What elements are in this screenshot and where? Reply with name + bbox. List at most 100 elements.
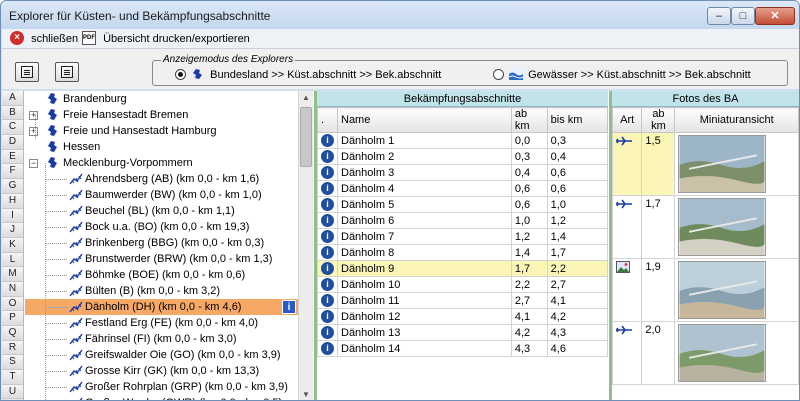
info-icon[interactable]: i (321, 310, 334, 323)
tree-section-node[interactable]: Greifswalder Oie (GO) (km 0,0 - km 3,9) (25, 347, 298, 363)
tree-section-node[interactable]: Grosse Kirr (GK) (km 0,0 - km 13,3) (25, 363, 298, 379)
ba-info-cell[interactable]: i (317, 132, 338, 149)
tree-state-node[interactable]: + Freie und Hansestadt Hamburg (25, 123, 298, 139)
info-icon[interactable]: i (321, 230, 334, 243)
alpha-index-item[interactable]: F (2, 164, 23, 180)
tree-section-node[interactable]: Bülten (B) (km 0,0 - km 3,2) (25, 283, 298, 299)
info-icon[interactable]: i (321, 294, 334, 307)
ba-table-row[interactable]: i Dänholm 8 1,4 1,7 (317, 244, 609, 261)
alpha-index-item[interactable]: B (2, 105, 23, 121)
info-icon[interactable]: i (321, 150, 334, 163)
info-icon[interactable]: i (321, 278, 334, 291)
tree-state-node[interactable]: − Mecklenburg-Vorpommern (25, 155, 298, 171)
radio-bundesland-circle[interactable] (175, 69, 186, 80)
info-icon[interactable]: i (321, 134, 334, 147)
ba-table-row[interactable]: i Dänholm 9 1,7 2,2 (317, 260, 609, 277)
alpha-index-item[interactable]: H (2, 193, 23, 209)
col-bis-km[interactable]: bis km (546, 107, 609, 133)
tree-section-node[interactable]: Baumwerder (BW) (km 0,0 - km 1,0) (25, 187, 298, 203)
tree-section-node[interactable]: Brinkenberg (BBG) (km 0,0 - km 0,3) (25, 235, 298, 251)
ba-table-row[interactable]: i Dänholm 14 4,3 4,6 (317, 340, 609, 357)
foto-thumb-cell[interactable] (674, 195, 799, 259)
info-icon[interactable]: i (321, 214, 334, 227)
scroll-thumb[interactable] (300, 107, 312, 167)
alpha-index-item[interactable]: I (2, 208, 23, 224)
view-list-button[interactable] (55, 62, 79, 82)
info-icon[interactable]: i (321, 326, 334, 339)
alpha-index-item[interactable]: G (2, 179, 23, 194)
ba-table-row[interactable]: i Dänholm 12 4,1 4,2 (317, 308, 609, 325)
tree-section-node[interactable]: Großer Rohrplan (GRP) (km 0,0 - km 3,9) (25, 379, 298, 395)
tree-expander-icon[interactable]: + (29, 111, 38, 120)
foto-thumb-cell[interactable] (674, 321, 799, 385)
minimize-button[interactable]: – (707, 7, 731, 25)
col-name[interactable]: Name (337, 107, 512, 133)
alpha-index-item[interactable]: K (2, 237, 23, 253)
tree-section-node[interactable]: Ahrendsberg (AB) (km 0,0 - km 1,6) (25, 171, 298, 187)
tree-expander-icon[interactable]: + (29, 127, 38, 136)
view-tree-button[interactable] (15, 62, 39, 82)
alpha-index-item[interactable]: R (2, 340, 23, 356)
ba-table-row[interactable]: i Dänholm 13 4,2 4,3 (317, 324, 609, 341)
ba-table-row[interactable]: i Dänholm 6 1,0 1,2 (317, 212, 609, 229)
scroll-up-icon[interactable]: ▲ (299, 91, 313, 105)
info-icon[interactable]: i (321, 246, 334, 259)
info-icon[interactable]: i (321, 166, 334, 179)
window-close-button[interactable]: ✕ (755, 7, 795, 25)
foto-thumb-cell[interactable] (674, 132, 799, 196)
ba-table-row[interactable]: i Dänholm 4 0,6 0,6 (317, 180, 609, 197)
ba-info-cell[interactable]: i (317, 164, 338, 181)
ba-info-cell[interactable]: i (317, 340, 338, 357)
col-foto-km[interactable]: ab km (641, 107, 676, 133)
alpha-index-item[interactable]: N (2, 281, 23, 297)
radio-bundesland[interactable]: Bundesland >> Küst.abschnitt >> Bek.absc… (175, 68, 441, 82)
close-explorer-button[interactable]: × schließen (10, 31, 78, 47)
tree-section-node[interactable]: Böhmke (BOE) (km 0,0 - km 0,6) (25, 267, 298, 283)
foto-table-row[interactable]: 2,0 (611, 321, 799, 385)
foto-table-row[interactable]: 1,9 (611, 258, 799, 322)
alpha-index-item[interactable]: J (2, 223, 23, 238)
ba-table-row[interactable]: i Dänholm 1 0,0 0,3 (317, 132, 609, 149)
radio-gewaesser-circle[interactable] (493, 69, 504, 80)
tree-section-node[interactable]: Fährinsel (FI) (km 0,0 - km 3,0) (25, 331, 298, 347)
ba-info-cell[interactable]: i (317, 308, 338, 325)
info-icon[interactable]: i (321, 262, 334, 275)
ba-info-cell[interactable]: i (317, 324, 338, 341)
scroll-down-icon[interactable]: ▼ (299, 388, 313, 400)
ba-table-row[interactable]: i Dänholm 2 0,3 0,4 (317, 148, 609, 165)
tree-section-node[interactable]: Festland Erg (FE) (km 0,0 - km 4,0) (25, 315, 298, 331)
alpha-index-item[interactable]: M (2, 267, 23, 282)
tree-expander-icon[interactable]: − (29, 159, 38, 168)
col-art[interactable]: Art (611, 107, 643, 133)
ba-table-row[interactable]: i Dänholm 10 2,2 2,7 (317, 276, 609, 293)
col-miniatur[interactable]: Miniaturansicht (674, 107, 799, 133)
col-ab-km[interactable]: ab km (510, 107, 548, 133)
alpha-index-item[interactable]: T (2, 370, 23, 385)
info-icon[interactable]: i (321, 198, 334, 211)
alpha-index-item[interactable]: C (2, 120, 23, 136)
ba-info-cell[interactable]: i (317, 292, 338, 309)
alpha-index-item[interactable]: L (2, 252, 23, 268)
ba-table-row[interactable]: i Dänholm 11 2,7 4,1 (317, 292, 609, 309)
tree-state-node[interactable]: Brandenburg (25, 91, 298, 107)
alpha-index-item[interactable]: S (2, 355, 23, 371)
tree-section-node[interactable]: Dänholm (DH) (km 0,0 - km 4,6) i (25, 299, 298, 315)
aerial-photo-thumbnail[interactable] (678, 135, 767, 193)
ba-table-row[interactable]: i Dänholm 5 0,6 1,0 (317, 196, 609, 213)
radio-gewaesser[interactable]: Gewässer >> Küst.abschnitt >> Bek.abschn… (493, 68, 751, 82)
maximize-button[interactable]: □ (731, 7, 755, 25)
alpha-index-item[interactable]: P (2, 311, 23, 326)
tree-state-node[interactable]: Hessen (25, 139, 298, 155)
tree-section-node[interactable]: Großer Werder (GWR) (km 0,0 - km 0,5) (25, 395, 298, 400)
aerial-photo-thumbnail[interactable] (678, 261, 767, 319)
ba-info-cell[interactable]: i (317, 148, 338, 165)
alpha-index-item[interactable]: A (2, 91, 23, 106)
info-icon[interactable]: i (321, 182, 334, 195)
alpha-index-item[interactable]: Q (2, 326, 23, 341)
foto-table-row[interactable]: 1,5 (611, 132, 799, 196)
ba-table-row[interactable]: i Dänholm 3 0,4 0,6 (317, 164, 609, 181)
alpha-index-item[interactable]: U (2, 384, 23, 400)
ba-info-cell[interactable]: i (317, 228, 338, 245)
print-export-button[interactable]: PDF Übersicht drucken/exportieren (82, 31, 250, 47)
ba-info-cell[interactable]: i (317, 276, 338, 293)
